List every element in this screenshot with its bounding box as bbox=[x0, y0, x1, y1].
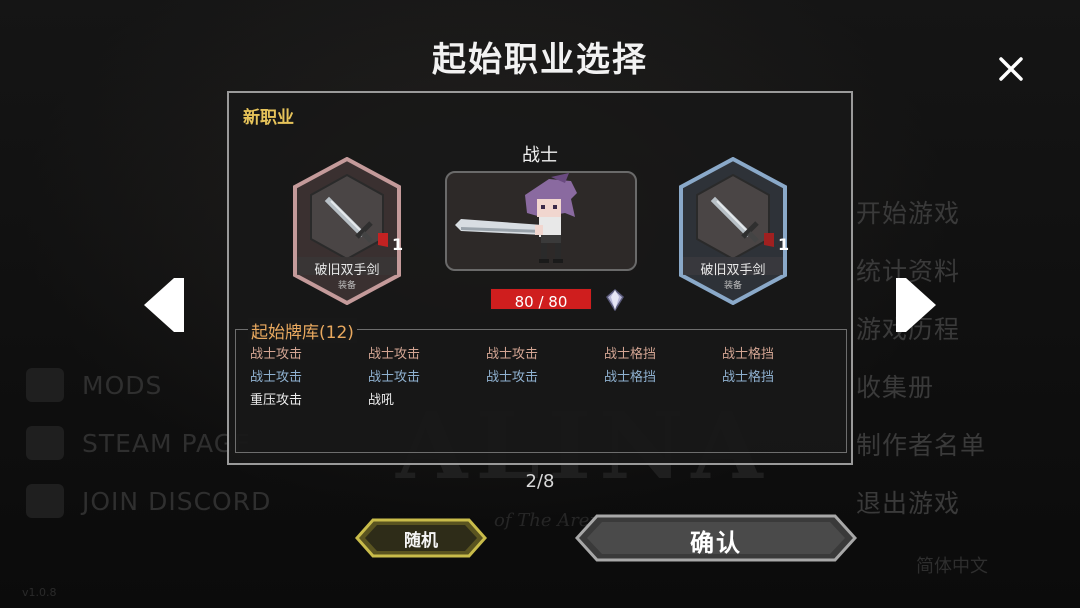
menu-collection: 收集册 bbox=[856, 373, 935, 402]
deck-card[interactable]: 战士攻击 bbox=[486, 346, 604, 363]
menu-credits: 制作者名单 bbox=[856, 431, 987, 460]
equipment-count: 1 bbox=[392, 235, 404, 254]
starting-deck: 起始牌库(12) 战士攻击 战士攻击 战士攻击 战士格挡 战士格挡 战士攻击 战士攻击 战士攻… bbox=[235, 318, 847, 453]
equipment-type: 装备 bbox=[723, 281, 742, 291]
equipment-card-right[interactable]: 1 破旧双手剑 装备 bbox=[677, 157, 789, 305]
deck-card[interactable]: 战士攻击 bbox=[250, 346, 368, 363]
page-indicator: 2/8 bbox=[525, 471, 555, 492]
confirm-button[interactable]: 确认 bbox=[575, 514, 857, 562]
equipment-type: 装备 bbox=[337, 281, 356, 291]
steam-label: STEAM PAGE bbox=[82, 428, 251, 458]
deck-card[interactable]: 战士攻击 bbox=[368, 346, 486, 363]
close-button[interactable] bbox=[992, 50, 1030, 88]
page-title: 起始职业选择 bbox=[432, 40, 648, 80]
equipment-card-left[interactable]: 1 破旧双手剑 装备 bbox=[291, 157, 403, 305]
hp-text: 80 / 80 bbox=[514, 293, 568, 311]
section-label: 新职业 bbox=[243, 108, 294, 128]
equipment-name: 破旧双手剑 bbox=[700, 263, 766, 278]
deck-card[interactable]: 战士格挡 bbox=[604, 369, 722, 386]
arrow-left-icon bbox=[144, 278, 184, 332]
deck-card[interactable]: 战士攻击 bbox=[486, 369, 604, 386]
mods-icon bbox=[26, 368, 64, 402]
equipment-count: 1 bbox=[778, 235, 790, 254]
deck-card-empty bbox=[486, 392, 604, 409]
warrior-sprite-icon bbox=[455, 173, 577, 263]
equipment-name: 破旧双手剑 bbox=[314, 263, 380, 278]
deck-card[interactable]: 战士攻击 bbox=[250, 369, 368, 386]
deck-card[interactable]: 战吼 bbox=[368, 392, 486, 409]
mods-label: MODS bbox=[82, 370, 163, 400]
deck-card[interactable]: 战士格挡 bbox=[604, 346, 722, 363]
deck-card[interactable]: 战士格挡 bbox=[722, 369, 840, 386]
gem-icon bbox=[606, 289, 624, 311]
deck-card[interactable]: 重压攻击 bbox=[250, 392, 368, 409]
prev-class-button[interactable] bbox=[140, 276, 188, 334]
random-button-label: 随机 bbox=[404, 531, 438, 551]
character-portrait bbox=[445, 171, 637, 271]
deck-card-list: 战士攻击 战士攻击 战士攻击 战士格挡 战士格挡 战士攻击 战士攻击 战士攻击 战士格挡 战士格挡… bbox=[250, 346, 840, 409]
deck-card[interactable]: 战士攻击 bbox=[368, 369, 486, 386]
deck-card-empty bbox=[604, 392, 722, 409]
menu-start-game: 开始游戏 bbox=[856, 199, 961, 228]
version-label: v1.0.8 bbox=[22, 586, 57, 599]
steam-icon bbox=[26, 426, 64, 460]
close-icon bbox=[999, 57, 1023, 81]
random-button[interactable]: 随机 bbox=[355, 518, 487, 558]
deck-card[interactable]: 战士格挡 bbox=[722, 346, 840, 363]
hp-bar: 80 / 80 bbox=[490, 288, 592, 311]
next-class-button[interactable] bbox=[892, 276, 940, 334]
confirm-button-label: 确认 bbox=[690, 529, 742, 557]
deck-card-empty bbox=[722, 392, 840, 409]
deck-label: 起始牌库(12) bbox=[248, 318, 357, 343]
class-selection-panel: 新职业 战士 1 破旧双手剑 装备 1 破旧双手剑 装备 80 / 80 起始牌… bbox=[227, 91, 853, 465]
arrow-right-icon bbox=[896, 278, 936, 332]
language-selector: 简体中文 bbox=[916, 556, 988, 577]
